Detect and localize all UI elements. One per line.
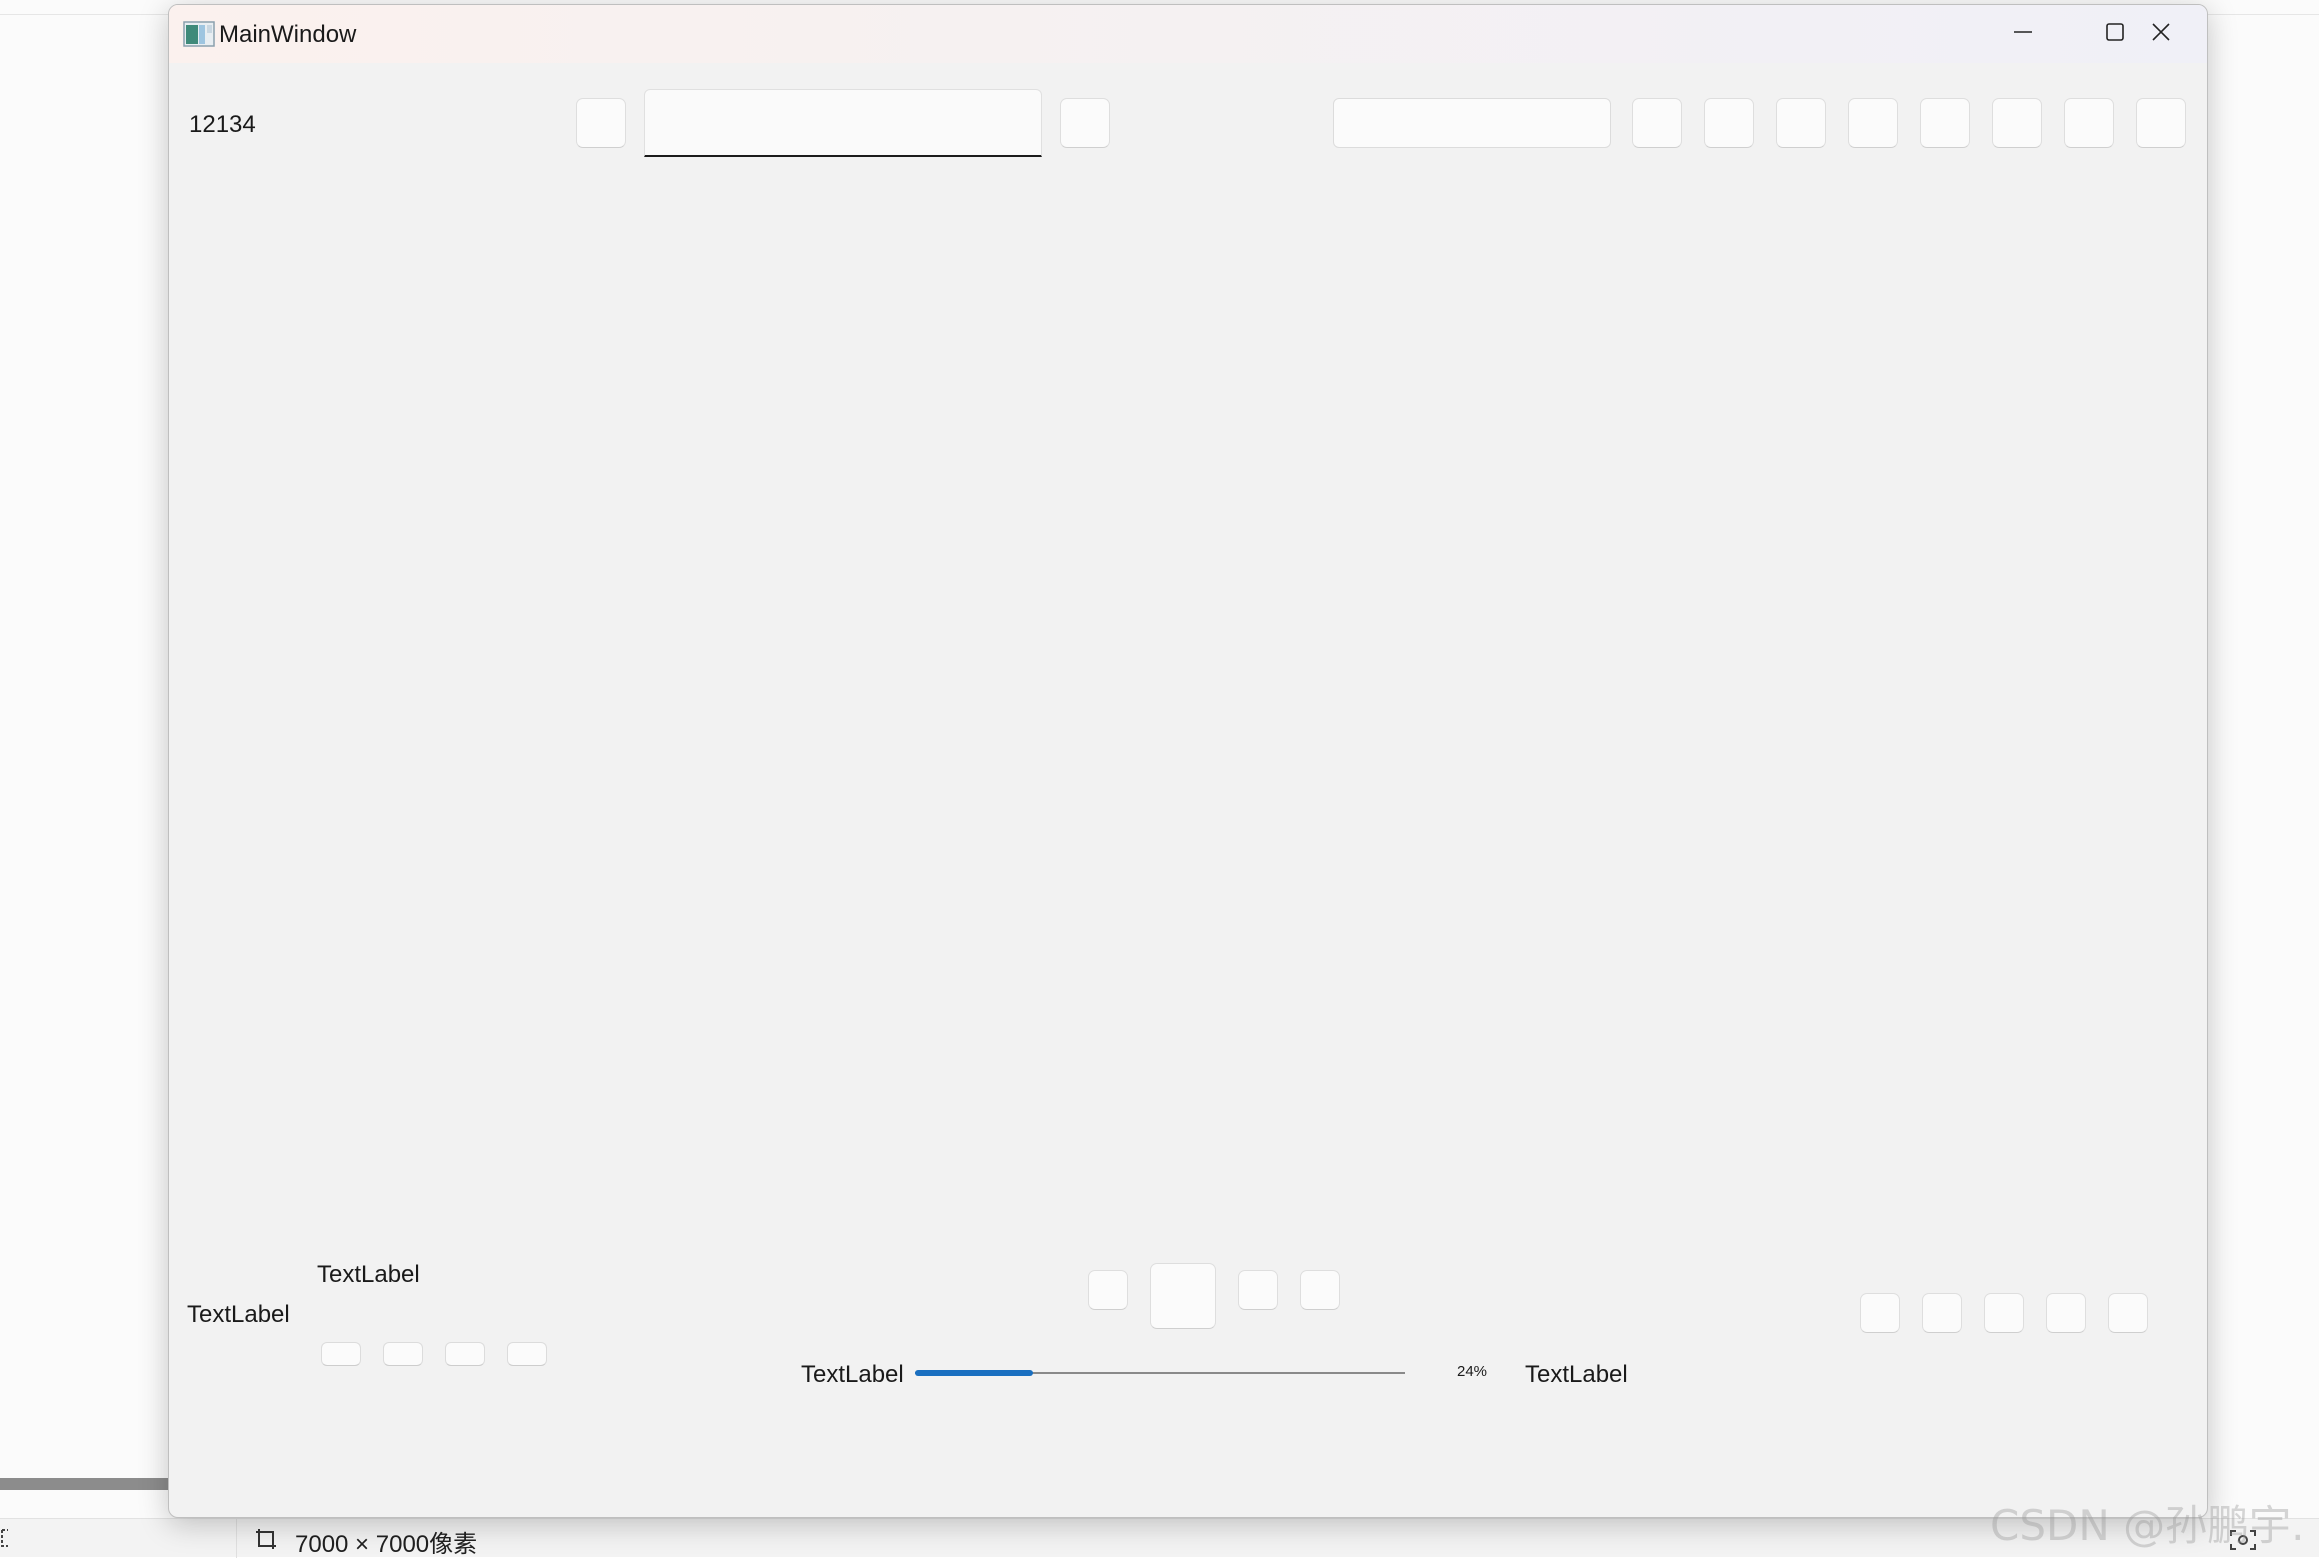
- progress-bar[interactable]: [915, 1367, 1405, 1379]
- tool-button-6[interactable]: [1992, 98, 2042, 148]
- progress-percent: 24%: [1457, 1363, 1488, 1380]
- right-button-5[interactable]: [2108, 1293, 2148, 1333]
- tool-button-2[interactable]: [1704, 98, 1754, 148]
- value-label: 12134: [189, 111, 256, 138]
- right-button-3[interactable]: [1984, 1293, 2024, 1333]
- app-window-icon: [183, 21, 215, 47]
- minimize-button[interactable]: [1977, 5, 2069, 63]
- window-title: MainWindow: [219, 21, 357, 48]
- background-scrollbar[interactable]: [0, 1478, 170, 1490]
- media-button-prev[interactable]: [1088, 1270, 1128, 1310]
- main-window: MainWindow 12134 TextLabel TextLabel Tex…: [168, 4, 2208, 1518]
- combo-box[interactable]: [1333, 98, 1611, 148]
- right-button-1[interactable]: [1860, 1293, 1900, 1333]
- text-input[interactable]: [644, 89, 1042, 157]
- media-button-next[interactable]: [1238, 1270, 1278, 1310]
- tool-button-8[interactable]: [2136, 98, 2186, 148]
- small-button-1[interactable]: [321, 1342, 361, 1366]
- small-button-2[interactable]: [383, 1342, 423, 1366]
- crop-frame-icon: [255, 1528, 277, 1550]
- media-button-extra[interactable]: [1300, 1270, 1340, 1310]
- title-bar[interactable]: MainWindow: [169, 5, 2207, 63]
- text-label-progress-right: TextLabel: [1525, 1361, 1628, 1388]
- tool-button-5[interactable]: [1920, 98, 1970, 148]
- tool-button-7[interactable]: [2064, 98, 2114, 148]
- tool-button-3[interactable]: [1776, 98, 1826, 148]
- tool-button-4[interactable]: [1848, 98, 1898, 148]
- close-icon: [2150, 21, 2172, 48]
- progress-fill: [915, 1370, 1033, 1376]
- tool-button-right[interactable]: [1060, 98, 1110, 148]
- selection-icon[interactable]: [0, 1528, 14, 1548]
- right-button-2[interactable]: [1922, 1293, 1962, 1333]
- minimize-icon: [2012, 21, 2034, 48]
- text-label-progress-left: TextLabel: [801, 1361, 904, 1388]
- image-dimensions: 7000 × 7000像素: [295, 1531, 478, 1558]
- media-button-play[interactable]: [1150, 1263, 1216, 1329]
- tool-button-left[interactable]: [576, 98, 626, 148]
- close-button[interactable]: [2115, 5, 2207, 63]
- statusbar-divider: [236, 1519, 237, 1558]
- small-button-4[interactable]: [507, 1342, 547, 1366]
- text-label-left: TextLabel: [187, 1301, 290, 1328]
- right-button-4[interactable]: [2046, 1293, 2086, 1333]
- small-button-3[interactable]: [445, 1342, 485, 1366]
- watermark: CSDN @孙鹏宇.: [1990, 1501, 2305, 1550]
- text-label-top: TextLabel: [317, 1261, 420, 1288]
- tool-button-1[interactable]: [1632, 98, 1682, 148]
